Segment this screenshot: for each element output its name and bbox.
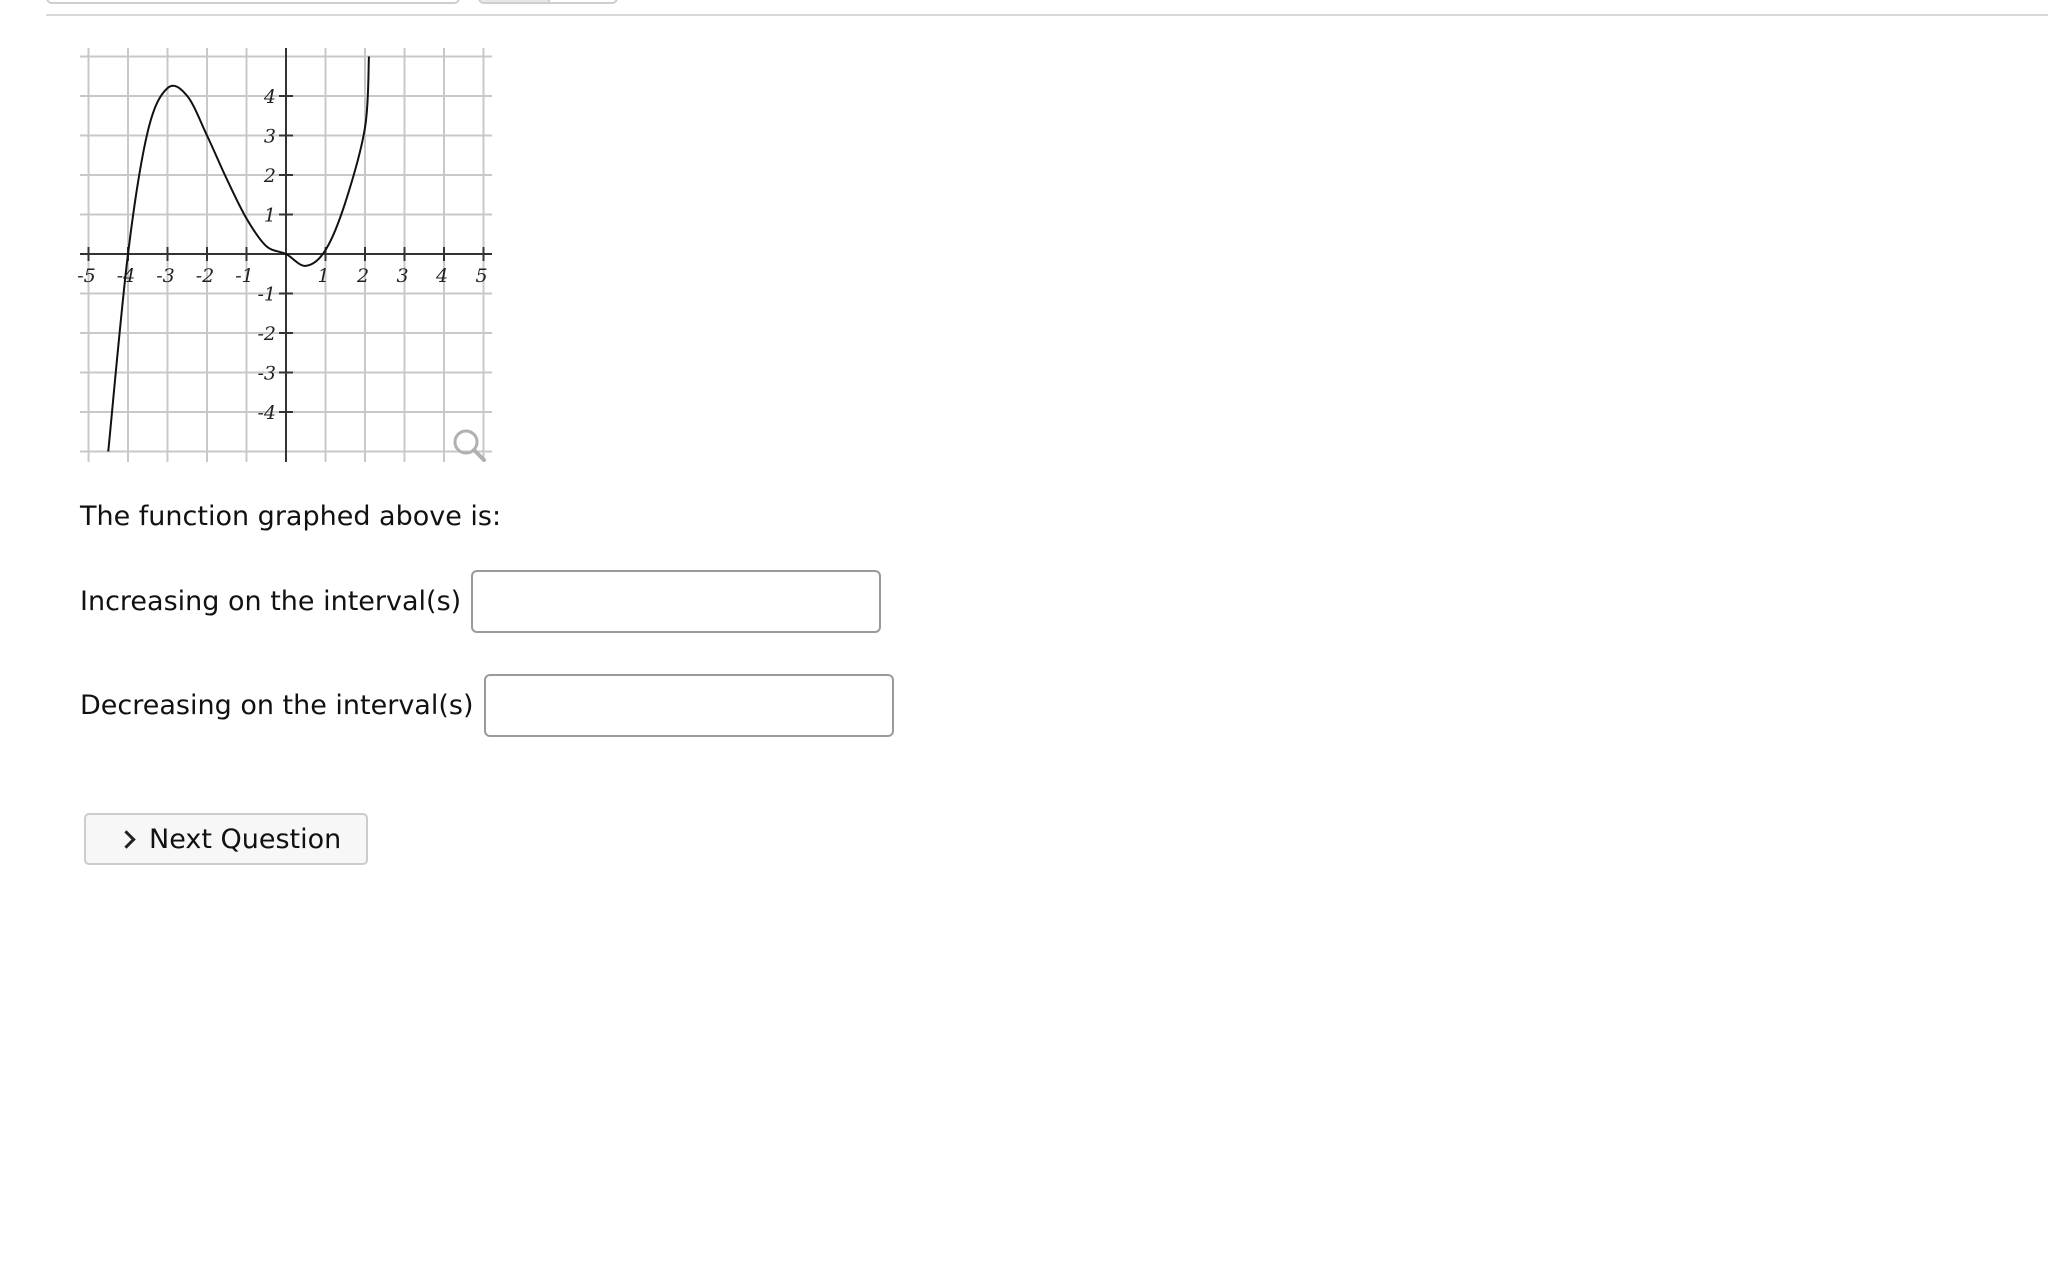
x-tick-label: 3: [396, 265, 408, 287]
increasing-interval-input[interactable]: [471, 570, 882, 633]
y-tick-label: -3: [257, 363, 276, 385]
x-tick-label: -3: [156, 265, 175, 287]
x-tick-label: -2: [196, 265, 215, 287]
function-graph: -5 -4 -3 -2 -1 1 2 3 4 5 4 3 2 1 -1 -2 -3 -4: [78, 46, 498, 466]
y-tick-label: 1: [264, 205, 276, 227]
x-tick-label: -5: [78, 265, 96, 287]
x-tick-label: 2: [356, 265, 369, 287]
y-tick-label: -4: [257, 402, 276, 424]
toolbar-toggle[interactable]: [478, 0, 618, 4]
x-tick-label: -1: [235, 265, 254, 287]
question-prompt: The function graphed above is:: [80, 501, 502, 532]
y-tick-label: 4: [263, 86, 276, 108]
y-tick-label: -1: [257, 284, 276, 306]
toolbar-field[interactable]: [46, 0, 460, 4]
x-tick-label: 5: [475, 265, 487, 287]
y-tick-label: 3: [264, 126, 276, 148]
x-tick-label: 1: [317, 265, 329, 287]
top-divider: [46, 14, 2048, 16]
decreasing-interval-input[interactable]: [483, 674, 894, 737]
graph-svg: -5 -4 -3 -2 -1 1 2 3 4 54321-1-2-3-4: [78, 48, 492, 462]
y-tick-label: 2: [263, 165, 276, 187]
increasing-label: Increasing on the interval(s): [80, 585, 462, 617]
question-page: -5 -4 -3 -2 -1 1 2 3 4 5 4 3 2 1 -1 -2 -3 -4 The function…: [0, 0, 2048, 1280]
magnifier-icon[interactable]: [453, 429, 486, 462]
increasing-row: Increasing on the interval(s): [80, 570, 882, 633]
x-tick-label: 4: [435, 265, 448, 287]
chevron-right-icon: [117, 829, 136, 849]
decreasing-label: Decreasing on the interval(s): [80, 689, 474, 721]
decreasing-row: Decreasing on the interval(s): [80, 674, 894, 737]
y-tick-label: -2: [257, 323, 276, 345]
next-question-label: Next Question: [149, 823, 342, 855]
toolbar-toggle-segment[interactable]: [480, 0, 550, 2]
next-question-button[interactable]: Next Question: [84, 813, 368, 865]
